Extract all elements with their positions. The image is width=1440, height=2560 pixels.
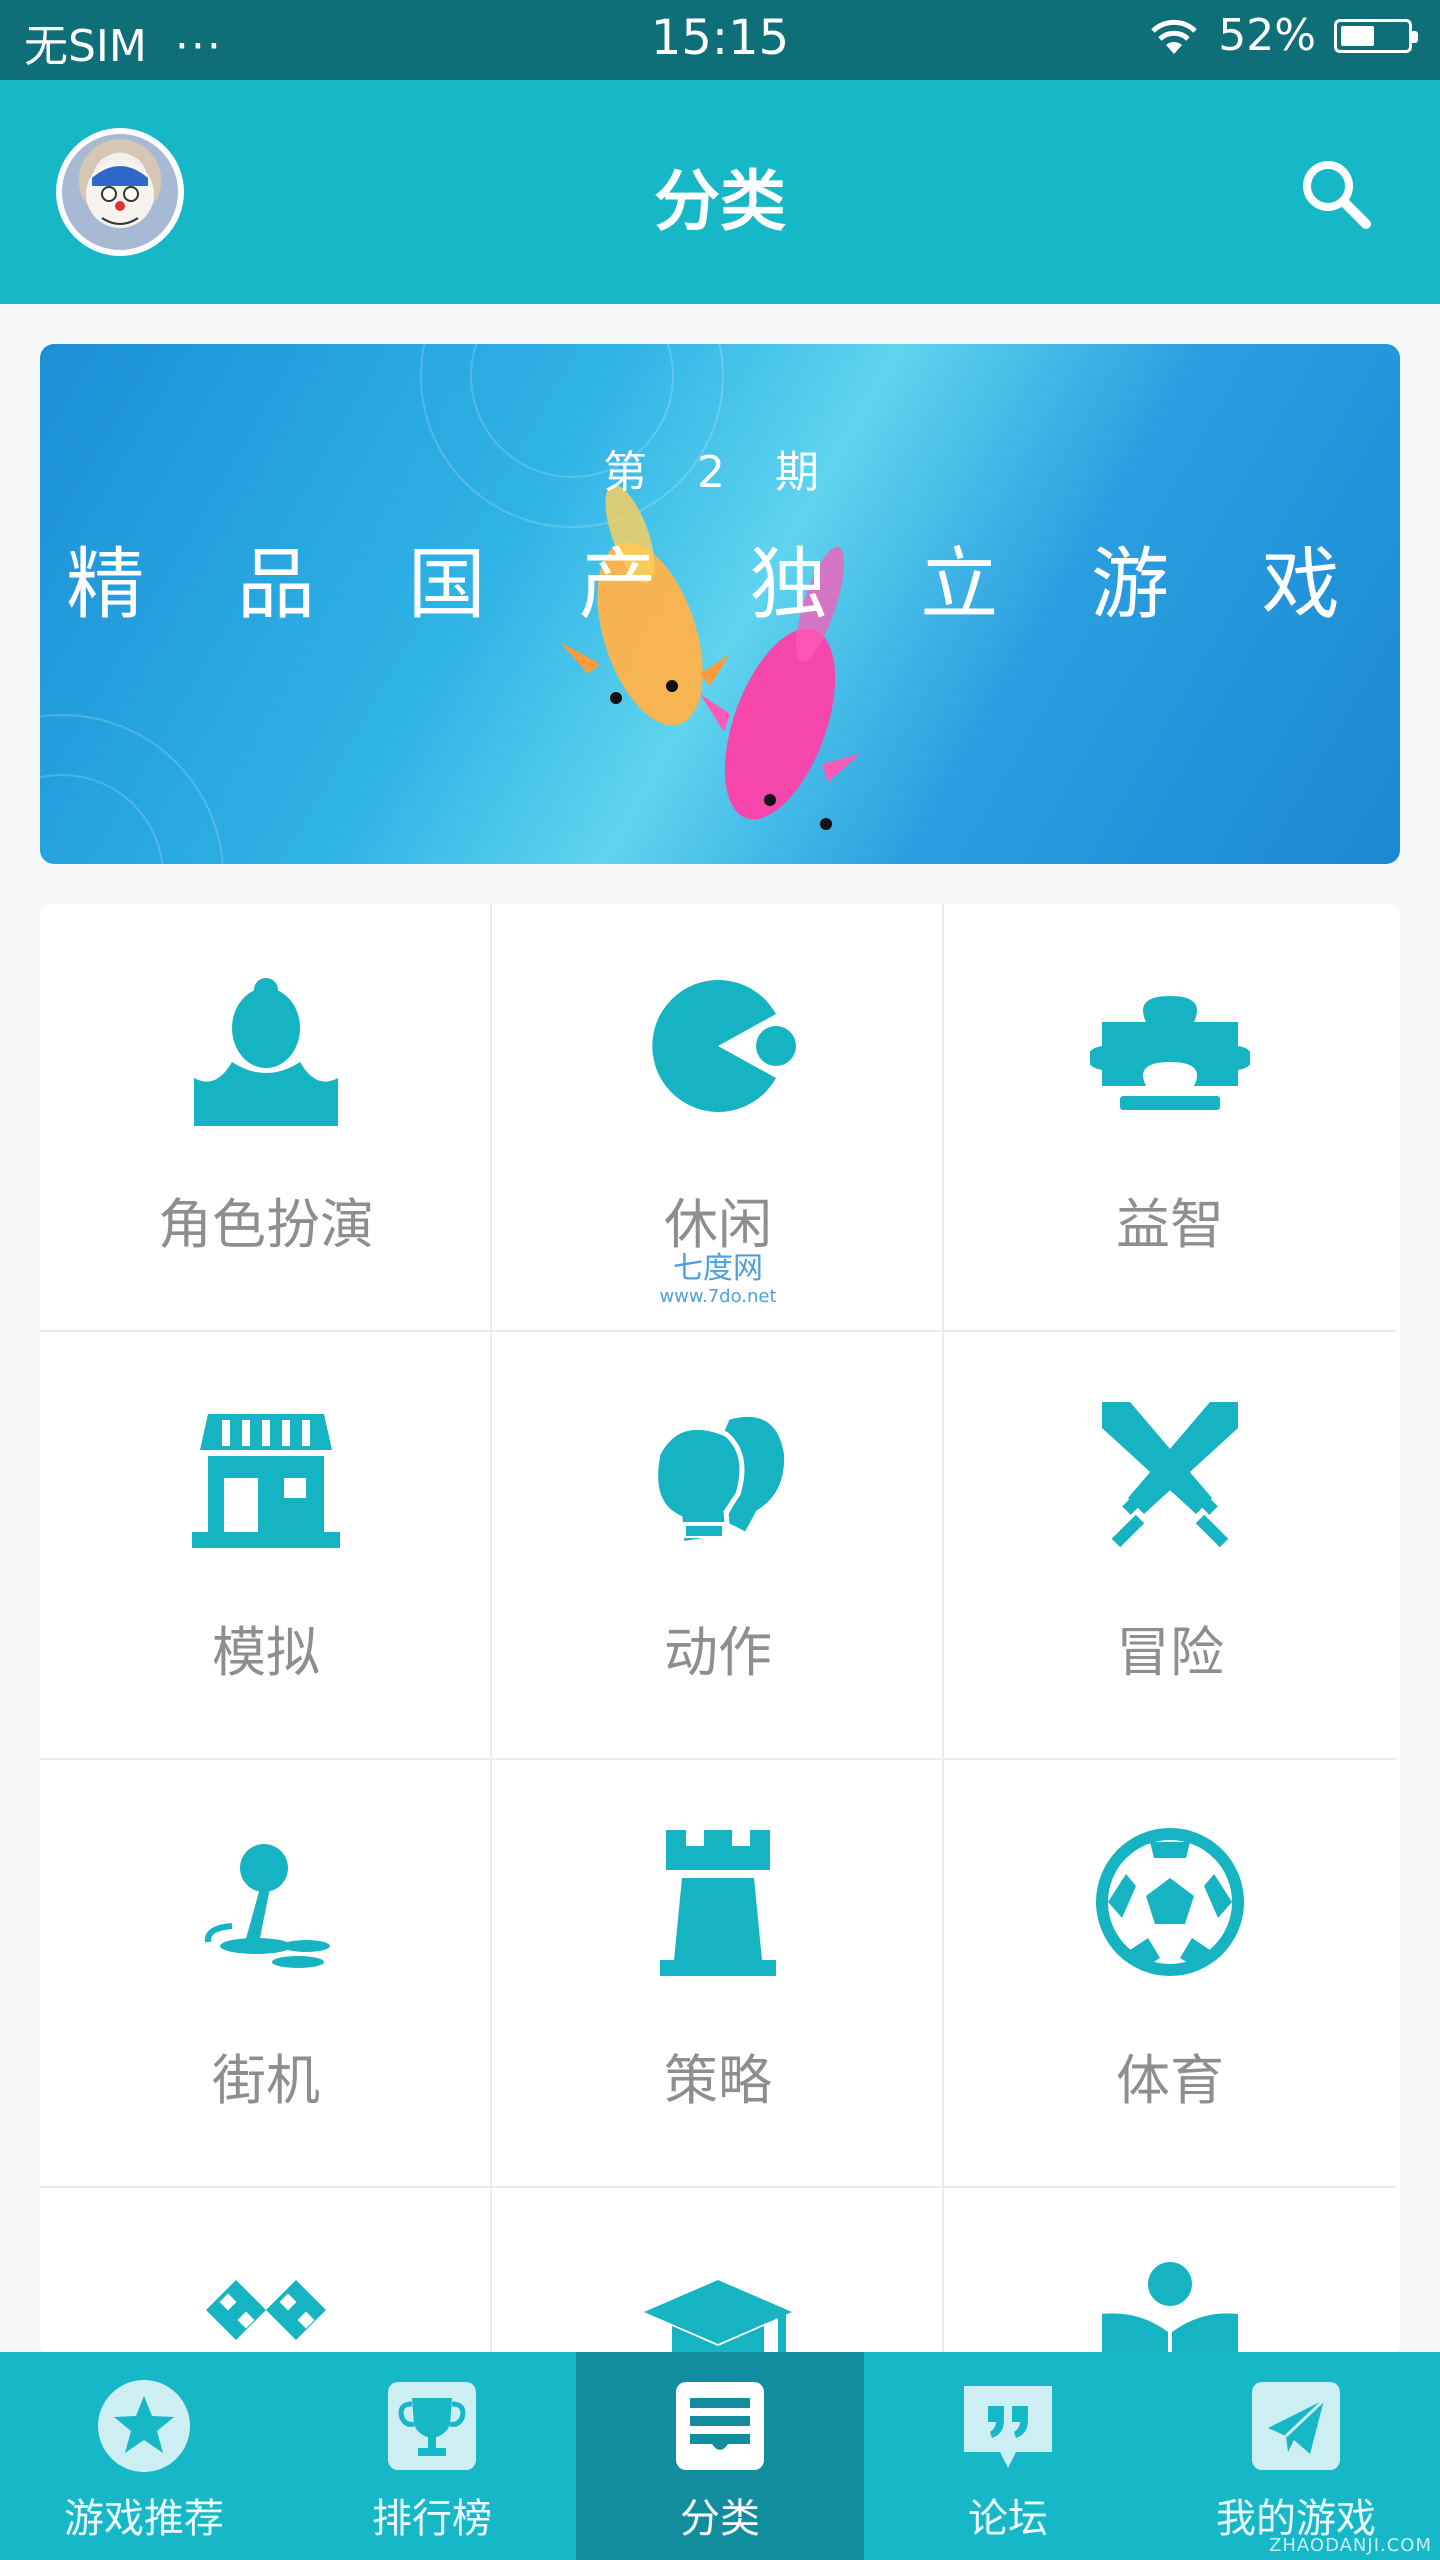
search-icon [1303, 161, 1371, 229]
tab-label: 游戏推荐 [64, 2496, 224, 2542]
tab-label: 论坛 [968, 2496, 1048, 2542]
category-label: 体育 [1116, 2049, 1224, 2112]
featured-banner[interactable]: 第 2 期 精 品 国 产 独 立 游 戏 [40, 344, 1400, 864]
soccer-ball-icon [1096, 1828, 1244, 1976]
tab-categories[interactable]: 分类 [576, 2352, 864, 2560]
category-reading[interactable] [944, 2188, 1396, 2354]
category-icon [676, 2382, 764, 2470]
tab-label: 排行榜 [372, 2496, 492, 2542]
corner-watermark: ZHAODANJI.COM [1269, 2535, 1432, 2556]
category-role-playing[interactable]: 角色扮演 [40, 904, 492, 1332]
star-icon [98, 2380, 190, 2472]
paper-plane-icon [1252, 2382, 1340, 2470]
chess-rook-icon [660, 1830, 776, 1976]
role-playing-icon [194, 978, 338, 1126]
graduation-cap-icon [644, 2280, 792, 2354]
category-label: 街机 [212, 2049, 320, 2112]
category-label: 策略 [664, 2049, 772, 2112]
category-puzzle[interactable]: 益智 [944, 904, 1396, 1332]
watermark: 七度网 www.7do.net [492, 1254, 944, 1306]
boxing-glove-icon [653, 1412, 789, 1547]
wifi-icon [1151, 19, 1197, 54]
category-label: 动作 [664, 1621, 772, 1684]
category-adventure[interactable]: 冒险 [944, 1332, 1396, 1760]
category-racing[interactable] [40, 2188, 492, 2354]
shop-icon [192, 1414, 340, 1548]
tab-label: 分类 [680, 2496, 760, 2542]
category-label: 益智 [1116, 1193, 1224, 1256]
watermark-line1: 七度网 [673, 1251, 763, 1286]
pacman-icon [652, 980, 796, 1112]
crossed-swords-icon [1102, 1402, 1238, 1548]
tab-recommended[interactable]: 游戏推荐 [0, 2352, 288, 2560]
tab-rankings[interactable]: 排行榜 [288, 2352, 576, 2560]
category-label: 模拟 [212, 1621, 320, 1684]
racing-flags-icon [206, 2280, 326, 2340]
banner-headline: 精 品 国 产 独 立 游 戏 [66, 540, 1374, 630]
category-simulation[interactable]: 模拟 [40, 1332, 492, 1760]
category-label: 冒险 [1116, 1621, 1224, 1684]
category-grid: 角色扮演 休闲 七度网 www.7do.net 益智 模拟 动作 冒险 街机 策… [40, 904, 1400, 2354]
status-bar: 无SIM ··· 15:15 52% [0, 0, 1440, 80]
status-right: 52% [1148, 10, 1418, 61]
category-action[interactable]: 动作 [492, 1332, 944, 1760]
bottom-navigation: 游戏推荐 排行榜 分类 论坛 我的游戏 ZHAODANJI.COM [0, 2352, 1440, 2560]
reader-icon [1102, 2262, 1238, 2354]
app-header: 分类 [0, 80, 1440, 304]
category-label: 角色扮演 [158, 1193, 374, 1256]
watermark-line2: www.7do.net [659, 1286, 777, 1307]
category-education[interactable] [492, 2188, 944, 2354]
category-casual[interactable]: 休闲 七度网 www.7do.net [492, 904, 944, 1332]
joystick-icon [204, 1844, 330, 1968]
category-label: 休闲 [664, 1193, 772, 1256]
forum-quote-icon [964, 2386, 1052, 2468]
banner-issue: 第 2 期 [603, 447, 837, 498]
tab-my-games[interactable]: 我的游戏 [1152, 2352, 1440, 2560]
category-strategy[interactable]: 策略 [492, 1760, 944, 2188]
puzzle-icon [1090, 996, 1250, 1110]
battery-icon [1334, 18, 1418, 53]
search-button[interactable] [1296, 154, 1376, 234]
category-sports[interactable]: 体育 [944, 1760, 1396, 2188]
tab-forum[interactable]: 论坛 [864, 2352, 1152, 2560]
category-arcade[interactable]: 街机 [40, 1760, 492, 2188]
battery-percent: 52% [1218, 10, 1316, 61]
page-title: 分类 [654, 163, 786, 240]
trophy-icon [388, 2382, 476, 2470]
